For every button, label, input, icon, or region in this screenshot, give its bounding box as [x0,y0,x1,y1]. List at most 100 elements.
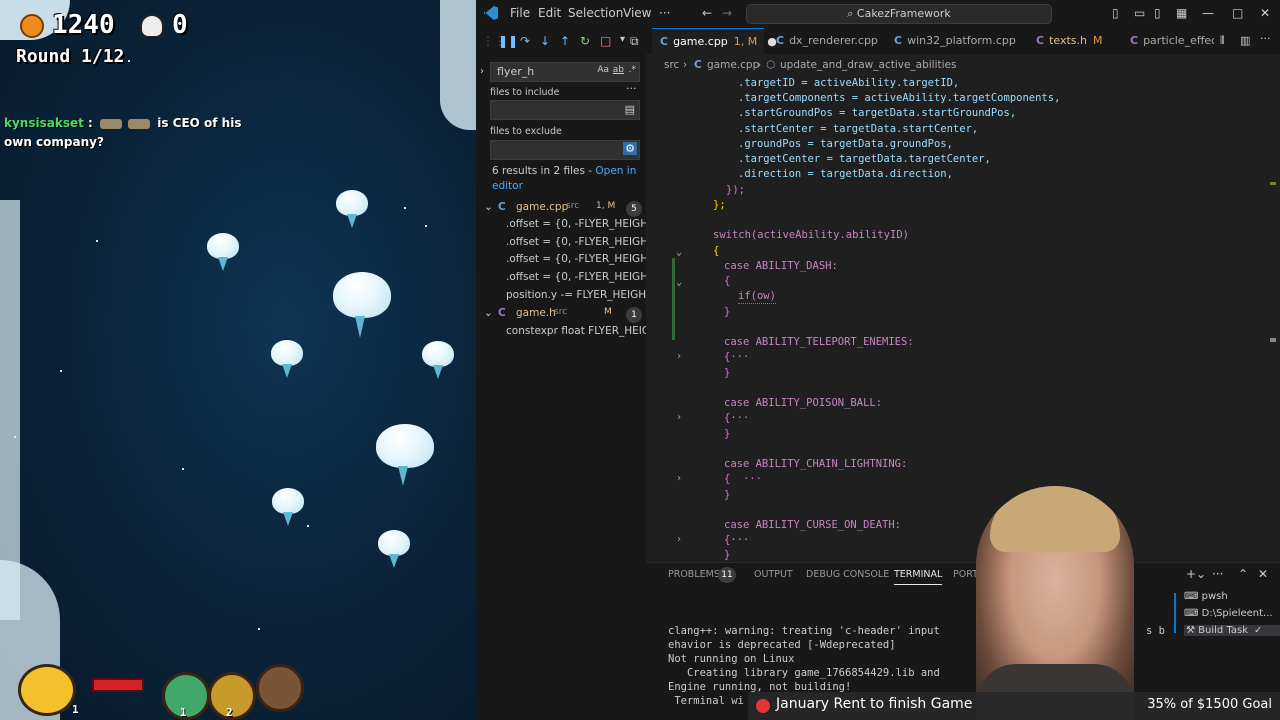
tab-texts-h[interactable]: Ctexts.h M [1028,28,1118,54]
tab-dx-renderer[interactable]: Cdx_renderer.cpp [768,28,884,54]
breadcrumb-symbol[interactable]: update_and_draw_active_abilities [780,54,957,76]
fold-chevron-icon[interactable]: ⌄ [676,247,682,258]
collapse-chevron-icon[interactable]: ⌄ [484,201,493,213]
minimize-icon[interactable]: — [1202,6,1214,20]
terminal-name: pwsh [1201,591,1228,602]
editor-layout-icon[interactable]: ▥ [1240,34,1250,47]
code-line: }); [726,184,745,196]
step-into-icon[interactable]: ↓ [540,34,550,48]
stop-icon[interactable]: □ [600,34,611,48]
close-panel-icon[interactable]: ✕ [1258,567,1268,581]
match-case-icon[interactable]: Aa [597,65,609,75]
header-file-icon: C [498,307,506,319]
files-to-include-input[interactable]: ▤ [490,100,640,120]
tab-particle-effects[interactable]: Cparticle_effec [1122,28,1214,54]
terminal-icon: ⌨ [1184,608,1202,619]
terminal-list-item-active[interactable]: ⚒ Build Task ✓ [1184,625,1280,636]
tab-label: particle_effec [1143,34,1214,47]
cpp-file-icon: C [776,34,785,47]
code-editor[interactable]: ⌄ ⌄ › › › › .targetID = activeAbility.ta… [646,76,1280,562]
regex-icon[interactable]: .* [629,65,636,75]
step-out-icon[interactable]: ↑ [560,34,570,48]
code-line: {··· [724,534,750,546]
code-line: } [724,489,731,501]
problems-count-badge: 11 [718,567,736,583]
tab-terminal[interactable]: TERMINAL [894,569,943,585]
fold-chevron-icon[interactable]: › [676,473,682,484]
goal-progress: 35% of $1500 Goal [1147,697,1272,712]
restart-icon[interactable]: ↻ [580,34,590,48]
fold-chevron-icon[interactable]: › [676,351,682,362]
result-file-game-h[interactable]: ⌄ C game.h src M 1 [476,307,646,324]
star [14,436,16,438]
terminal-line: Creating library game_1766854429.lib and [668,667,940,679]
tab-debug-console[interactable]: DEBUG CONSOLE [806,569,889,580]
search-icon: ⌕ [847,7,857,20]
companion-golem-portrait [256,664,304,712]
tab-win32-platform[interactable]: Cwin32_platform.cpp [886,28,1020,54]
pause-icon[interactable]: ❚❚ [498,34,518,48]
check-icon: ✓ [1254,625,1263,636]
star [404,207,406,209]
fold-chevron-icon[interactable]: › [676,412,682,423]
tab-output[interactable]: OUTPUT [754,569,793,580]
terminal-scroll-indicator [1174,593,1176,633]
more-search-options-icon[interactable]: ··· [626,82,637,95]
new-terminal-icon[interactable]: +⌄ [1186,567,1206,581]
toggle-panel-icon[interactable]: ▭ [1134,6,1145,20]
open-editors-only-icon[interactable]: ▤ [625,103,635,116]
menu-selection[interactable]: Selection [568,6,623,20]
customize-layout-icon[interactable]: ▦ [1176,6,1187,20]
whole-word-icon[interactable]: ab [613,65,624,75]
tab-status: M [1093,34,1103,47]
result-file-game-cpp[interactable]: ⌄ C game.cpp src 1, M 5 [476,201,646,218]
fold-chevron-icon[interactable]: ⌄ [676,277,682,288]
command-center[interactable]: ⌕ CakezFramework [746,4,1052,24]
toggle-secondary-sidebar-icon[interactable]: ▯ [1154,6,1161,20]
tab-game-cpp[interactable]: Cgame.cpp 1, M ● [652,28,777,54]
maximize-icon[interactable]: □ [1232,6,1243,20]
result-file-name: game.h [516,307,556,319]
menu-view[interactable]: View [623,6,651,20]
health-bar [92,678,144,692]
step-over-icon[interactable]: ↷ [520,34,530,48]
menu-edit[interactable]: Edit [538,6,561,20]
toggle-replace-chevron-icon[interactable]: › [480,66,484,77]
code-line: {··· [724,351,750,363]
editor-more-icon[interactable]: ··· [1260,32,1271,45]
terminal-name: D:\Spieleent... [1201,608,1273,619]
webcam-hair [990,486,1120,552]
header-file-icon: C [1130,34,1139,47]
code-line: case ABILITY_CURSE_ON_DEATH: [724,519,902,531]
breadcrumb: src › C game.cpp › ⬡ update_and_draw_act… [646,54,1280,76]
star [182,468,184,470]
breadcrumb-chevron-icon: › [683,59,688,71]
star [425,225,427,227]
toggle-sidebar-icon[interactable]: ▯ [1112,6,1119,20]
files-to-exclude-input[interactable]: ⚙ [490,140,640,160]
breadcrumb-file[interactable]: game.cpp [707,54,759,76]
forward-arrow-icon[interactable]: → [722,6,732,20]
fold-chevron-icon[interactable]: › [676,534,682,545]
terminal-list-item[interactable]: ⌨ D:\Spieleent... [1184,608,1280,619]
menu-file[interactable]: File [510,6,530,20]
debug-more-icon[interactable]: ⧉ [630,34,639,49]
editor-tabs: Cgame.cpp 1, M ● Cdx_renderer.cpp Cwin32_p… [646,28,1280,54]
tab-problems[interactable]: PROBLEMS [668,569,720,580]
stream-chat-message: kynsisakset : is CEO of his own company? [4,114,244,152]
menu-more[interactable]: ··· [659,6,670,20]
code-line: {··· [724,412,750,424]
split-editor-icon[interactable]: ⫴ [1220,34,1225,48]
maximize-panel-icon[interactable]: ⌃ [1238,567,1248,581]
search-input[interactable]: flyer_h Aa ab .* [490,62,640,82]
skull-icon [140,14,164,38]
results-summary: 6 results in 2 files - [492,165,596,177]
close-window-icon[interactable]: ✕ [1260,6,1270,20]
back-arrow-icon[interactable]: ← [702,6,712,20]
panel-more-icon[interactable]: ··· [1212,567,1223,581]
debug-dropdown-icon[interactable]: ▾ [620,34,625,45]
use-exclude-settings-icon[interactable]: ⚙ [623,142,637,155]
breadcrumb-folder[interactable]: src [664,54,679,76]
collapse-chevron-icon[interactable]: ⌄ [484,307,493,319]
terminal-list-item[interactable]: ⌨ pwsh [1184,591,1228,602]
